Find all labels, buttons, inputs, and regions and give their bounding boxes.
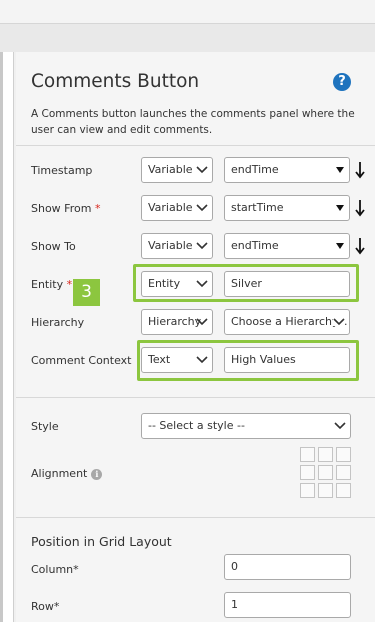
hierarchy-type-select[interactable]: Hierarchy xyxy=(141,309,213,335)
align-bottom-left[interactable] xyxy=(300,483,315,498)
chevron-down-icon xyxy=(333,318,345,326)
entity-type-select[interactable]: Entity xyxy=(141,271,213,297)
hierarchy-value-select[interactable]: Choose a Hierarchy... xyxy=(224,309,350,335)
timestamp-type-select[interactable]: Variable xyxy=(141,157,213,183)
comment-context-type-select[interactable]: Text xyxy=(141,347,213,373)
chevron-down-icon xyxy=(196,318,208,326)
style-select[interactable]: -- Select a style -- xyxy=(141,413,351,439)
dropdown-triangle-icon xyxy=(336,243,344,249)
align-middle-left[interactable] xyxy=(300,465,315,480)
column-label: Column* xyxy=(31,563,79,576)
alignment-label: Alignment i xyxy=(31,467,103,480)
show-from-type-select[interactable]: Variable xyxy=(141,195,213,221)
style-label: Style xyxy=(31,420,59,433)
row-input[interactable]: 1 xyxy=(224,592,351,618)
comment-context-value-input[interactable]: High Values xyxy=(224,347,350,373)
align-top-center[interactable] xyxy=(318,447,333,462)
chevron-down-icon xyxy=(196,166,208,174)
chevron-down-icon xyxy=(334,422,346,430)
chevron-down-icon xyxy=(196,356,208,364)
align-bottom-right[interactable] xyxy=(336,483,351,498)
show-from-variable-select[interactable]: startTime xyxy=(224,195,350,221)
timestamp-label: Timestamp xyxy=(31,164,93,177)
info-icon[interactable]: i xyxy=(91,468,103,480)
divider xyxy=(16,145,375,146)
dropdown-triangle-icon xyxy=(336,205,344,211)
header-band xyxy=(0,24,375,52)
panel-title: Comments Button xyxy=(31,71,200,92)
align-middle-center[interactable] xyxy=(318,465,333,480)
entity-value-input[interactable]: Silver xyxy=(224,271,350,297)
align-middle-right[interactable] xyxy=(336,465,351,480)
hierarchy-label: Hierarchy xyxy=(31,316,85,329)
alignment-grid xyxy=(300,447,351,498)
arrow-down-icon[interactable] xyxy=(354,161,366,179)
align-top-left[interactable] xyxy=(300,447,315,462)
show-to-variable-select[interactable]: endTime xyxy=(224,233,350,259)
top-toolbar xyxy=(0,0,375,24)
timestamp-variable-select[interactable]: endTime xyxy=(224,157,350,183)
comment-context-label: Comment Context xyxy=(31,354,132,367)
position-heading: Position in Grid Layout xyxy=(31,534,172,549)
chevron-down-icon xyxy=(196,280,208,288)
row-label: Row* xyxy=(31,600,60,613)
show-from-label: Show From * xyxy=(31,202,101,215)
column-input[interactable]: 0 xyxy=(224,554,351,580)
divider xyxy=(16,397,375,398)
dropdown-triangle-icon xyxy=(336,167,344,173)
align-top-right[interactable] xyxy=(336,447,351,462)
chevron-down-icon xyxy=(196,204,208,212)
align-bottom-center[interactable] xyxy=(318,483,333,498)
callout-badge: 3 xyxy=(73,279,100,306)
divider xyxy=(16,517,375,518)
panel-description: A Comments button launches the comments … xyxy=(31,108,355,136)
arrow-down-icon[interactable] xyxy=(354,237,366,255)
chevron-down-icon xyxy=(196,242,208,250)
help-icon[interactable]: ? xyxy=(333,73,351,91)
left-scroll-edge xyxy=(0,52,3,622)
show-to-label: Show To xyxy=(31,240,76,253)
entity-label: Entity * xyxy=(31,278,73,291)
arrow-down-icon[interactable] xyxy=(354,199,366,217)
show-to-type-select[interactable]: Variable xyxy=(141,233,213,259)
